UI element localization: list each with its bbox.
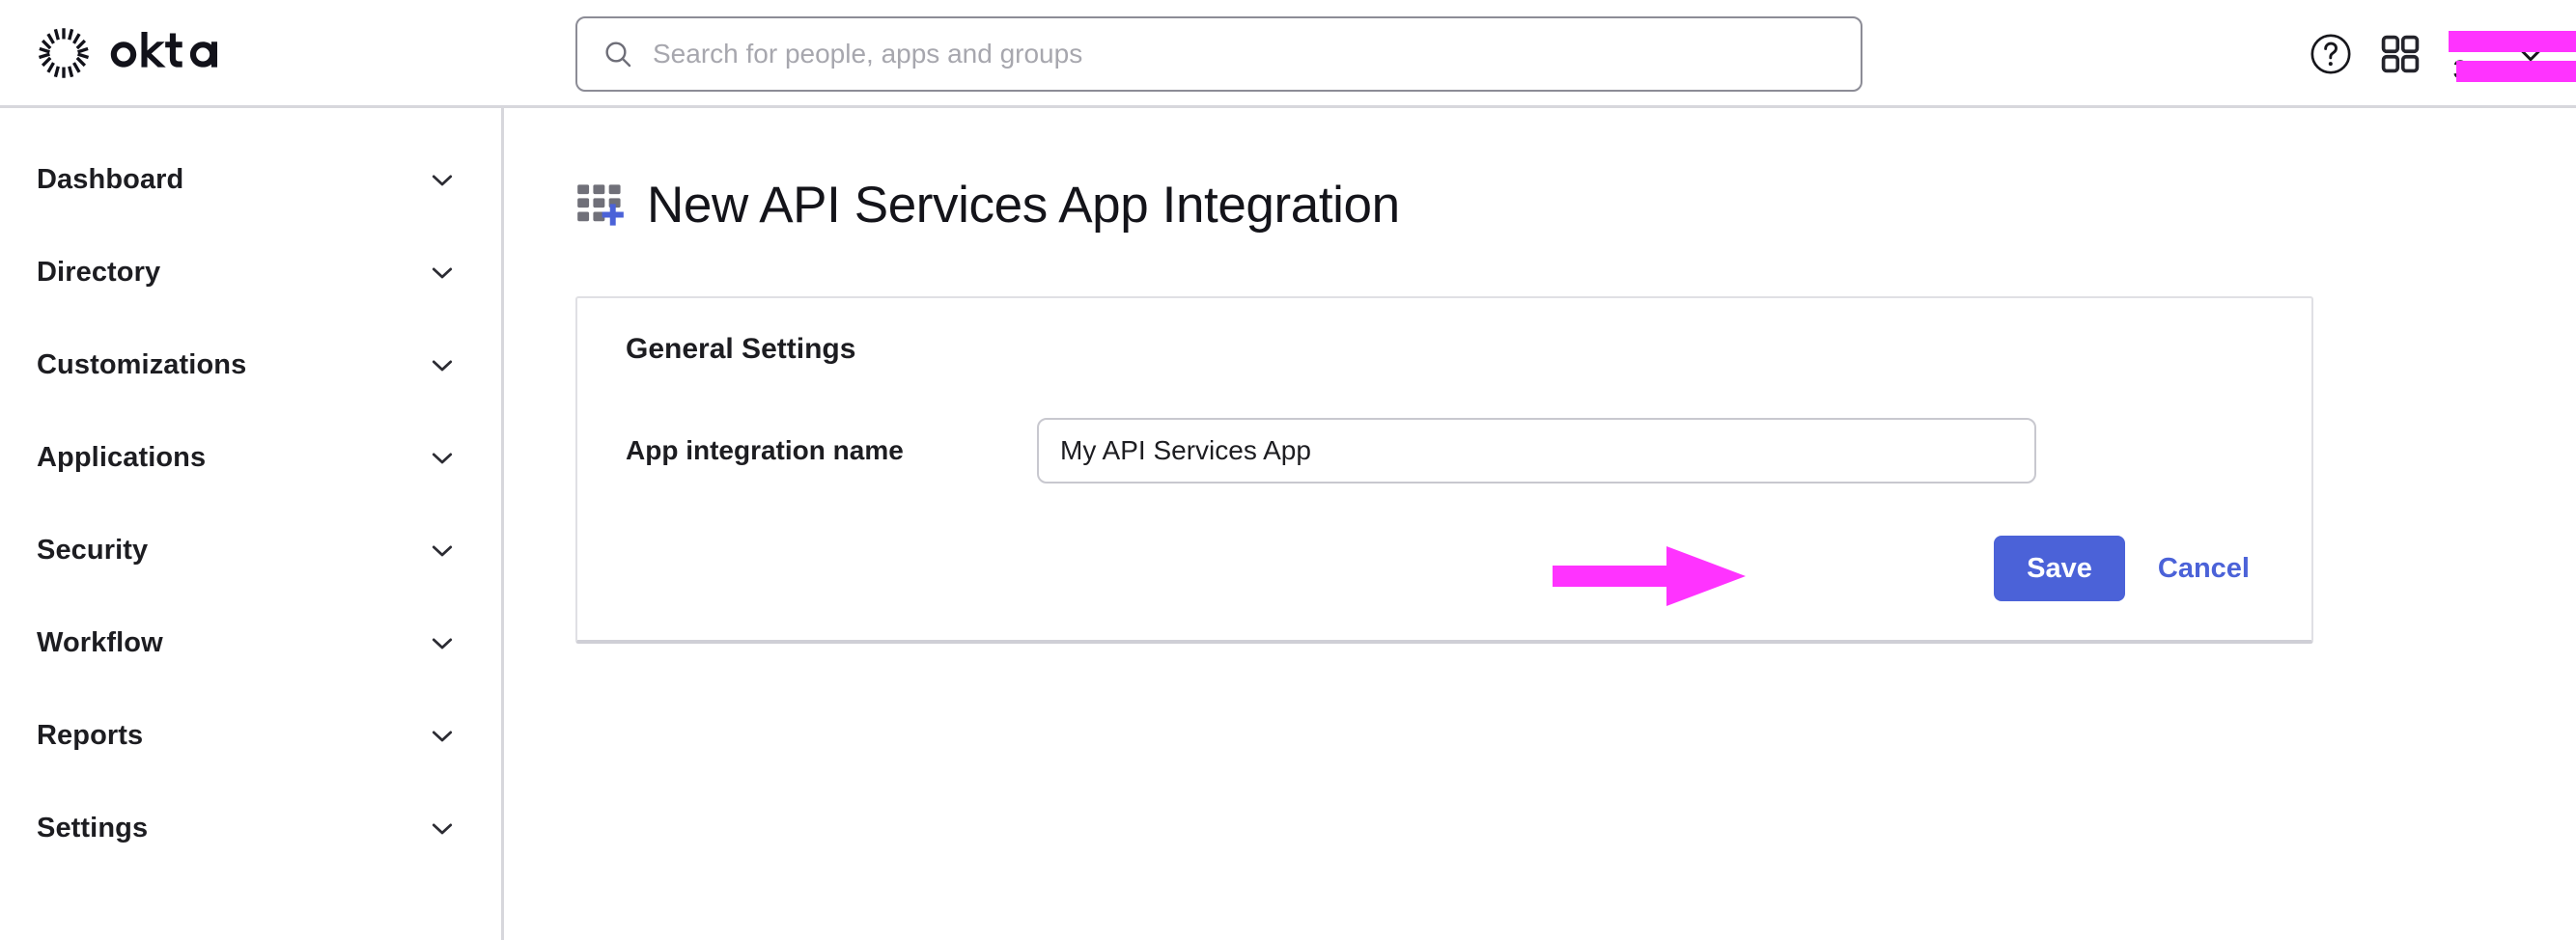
sidebar-item-reports[interactable]: Reports xyxy=(0,689,501,782)
redaction-bar-email xyxy=(2449,30,2576,52)
card-actions: Save Cancel xyxy=(604,536,2284,601)
help-button[interactable] xyxy=(2296,19,2366,89)
global-search[interactable] xyxy=(575,16,1862,92)
sidebar-item-customizations[interactable]: Customizations xyxy=(0,318,501,411)
question-mark-circle-icon xyxy=(2309,32,2353,76)
user-menu[interactable]: om 3... xyxy=(2449,24,2576,84)
sidebar-item-label: Directory xyxy=(37,256,161,288)
user-email: om xyxy=(2449,26,2576,55)
save-button[interactable]: Save xyxy=(1994,536,2125,601)
redaction-bar-org xyxy=(2456,61,2576,82)
chevron-down-icon[interactable] xyxy=(428,258,457,287)
top-bar-right: om 3... xyxy=(2296,0,2576,108)
app-integration-name-row: App integration name xyxy=(626,418,2284,484)
page-title: New API Services App Integration xyxy=(575,176,2576,235)
user-org: 3... xyxy=(2452,55,2576,84)
sidebar: Dashboard Directory Customizations Appli… xyxy=(0,108,504,940)
chevron-down-icon[interactable] xyxy=(428,536,457,565)
card-title: General Settings xyxy=(626,333,856,365)
chevron-down-icon[interactable] xyxy=(428,443,457,472)
page-title-text: New API Services App Integration xyxy=(647,177,1400,234)
sidebar-item-directory[interactable]: Directory xyxy=(0,226,501,318)
chevron-down-icon[interactable] xyxy=(428,721,457,750)
search-input[interactable] xyxy=(653,39,1835,69)
okta-wordmark xyxy=(102,31,237,74)
main-content: New API Services App Integration General… xyxy=(507,108,2576,940)
chevron-down-icon[interactable] xyxy=(428,350,457,379)
app-grid-plus-icon xyxy=(575,180,626,231)
sidebar-item-label: Workflow xyxy=(37,626,163,658)
sidebar-item-label: Settings xyxy=(37,812,149,843)
brand-area xyxy=(0,0,504,107)
chevron-down-icon[interactable] xyxy=(428,814,457,843)
sidebar-item-label: Customizations xyxy=(37,348,247,380)
sidebar-item-label: Applications xyxy=(37,441,207,473)
sidebar-item-workflow[interactable]: Workflow xyxy=(0,596,501,689)
sidebar-item-settings[interactable]: Settings xyxy=(0,782,501,874)
chevron-down-icon[interactable] xyxy=(428,628,457,657)
chevron-down-icon[interactable] xyxy=(428,165,457,194)
app-integration-name-label: App integration name xyxy=(626,435,904,465)
search-field-box[interactable] xyxy=(575,16,1862,92)
search-icon xyxy=(602,39,633,69)
sidebar-item-label: Dashboard xyxy=(37,163,184,195)
sidebar-item-applications[interactable]: Applications xyxy=(0,411,501,504)
app-integration-name-input[interactable] xyxy=(1037,418,2036,484)
sidebar-item-label: Reports xyxy=(37,719,144,751)
okta-sunburst-icon xyxy=(37,26,91,80)
sidebar-item-security[interactable]: Security xyxy=(0,504,501,596)
app-switcher-button[interactable] xyxy=(2366,19,2435,89)
general-settings-card: General Settings App integration name Sa… xyxy=(575,296,2313,644)
app-grid-icon xyxy=(2379,33,2422,75)
sidebar-item-label: Security xyxy=(37,534,149,566)
sidebar-item-dashboard[interactable]: Dashboard xyxy=(0,133,501,226)
app-integration-name-field-wrap xyxy=(1037,418,2036,484)
top-bar: om 3... xyxy=(0,0,2576,108)
okta-logo-link[interactable] xyxy=(37,26,237,80)
user-identity: om 3... xyxy=(2449,24,2576,84)
cancel-button[interactable]: Cancel xyxy=(2150,536,2257,601)
